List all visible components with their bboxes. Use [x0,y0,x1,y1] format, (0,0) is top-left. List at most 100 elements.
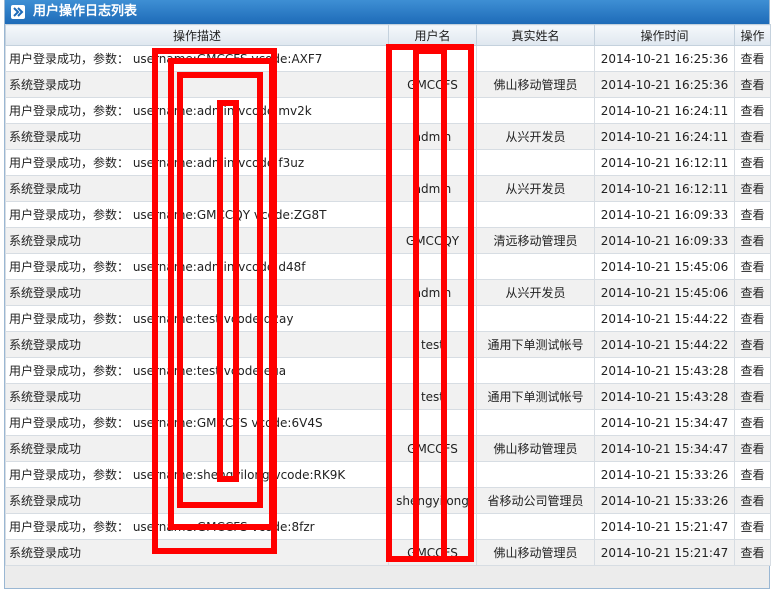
table-row: 用户登录成功，参数： username:admin vcode:mv2k 2014… [5,97,771,124]
column-header-time[interactable]: 操作时间 [594,24,735,46]
row-username: GMCCFS [388,539,477,566]
row-view-link[interactable]: 查看 [734,305,771,332]
row-realname: 省移动公司管理员 [476,487,595,514]
row-description: 用户登录成功，参数： username:admin vcode:d48f [5,253,389,280]
row-description: 用户登录成功，参数： username:test vcode:eua [5,357,389,384]
log-table: 操作描述 用户名 真实姓名 操作时间 操作 用户登录成功，参数： usernam… [5,24,771,566]
row-username [388,97,477,124]
table-row: 用户登录成功，参数： username:GMCCFS vcode:6V4S 201… [5,409,771,436]
row-username [388,201,477,228]
row-view-link[interactable]: 查看 [734,461,771,488]
row-description: 系统登录成功 [5,123,389,150]
row-username: shengyilong [388,487,477,514]
row-realname: 佛山移动管理员 [476,435,595,462]
row-view-link[interactable]: 查看 [734,279,771,306]
row-description: 系统登录成功 [5,435,389,462]
row-view-link[interactable]: 查看 [734,435,771,462]
row-username [388,253,477,280]
row-description: 系统登录成功 [5,383,389,410]
double-chevron-right-icon [11,5,25,19]
row-realname [476,201,595,228]
row-view-link[interactable]: 查看 [734,357,771,384]
row-time: 2014-10-21 16:12:11 [594,149,735,176]
row-description: 系统登录成功 [5,487,389,514]
column-header-username[interactable]: 用户名 [388,24,477,46]
row-description: 用户登录成功，参数： username:shengyilong vcode:RK… [5,461,389,488]
row-view-link[interactable]: 查看 [734,71,771,98]
row-realname: 从兴开发员 [476,123,595,150]
row-realname [476,461,595,488]
row-username [388,305,477,332]
row-time: 2014-10-21 16:09:33 [594,201,735,228]
table-row: 系统登录成功 GMCCQY 清远移动管理员 2014-10-21 16:09:33 查看 [5,227,771,254]
row-realname: 佛山移动管理员 [476,539,595,566]
table-row: 系统登录成功 admin 从兴开发员 2014-10-21 15:45:06 查看 [5,279,771,306]
row-realname: 通用下单测试帐号 [476,383,595,410]
table-row: 系统登录成功 GMCCFS 佛山移动管理员 2014-10-21 15:34:47 查看 [5,435,771,462]
row-description: 用户登录成功，参数： username:GMCCQY vcode:ZG8T [5,201,389,228]
table-row: 用户登录成功，参数： username:GMCCFS vcode:AXF7 201… [5,45,771,72]
table-row: 用户登录成功，参数： username:shengyilong vcode:RK… [5,461,771,488]
row-view-link[interactable]: 查看 [734,487,771,514]
row-username [388,461,477,488]
row-realname [476,305,595,332]
column-header-description[interactable]: 操作描述 [5,24,389,46]
row-realname [476,513,595,540]
row-view-link[interactable]: 查看 [734,97,771,124]
row-view-link[interactable]: 查看 [734,539,771,566]
row-description: 系统登录成功 [5,539,389,566]
row-time: 2014-10-21 15:45:06 [594,279,735,306]
row-realname [476,357,595,384]
log-list-panel: 用户操作日志列表 操作描述 用户名 真实姓名 操作时间 操作 用户登录成功，参数… [4,0,771,589]
row-view-link[interactable]: 查看 [734,513,771,540]
row-username: test [388,383,477,410]
row-realname: 从兴开发员 [476,175,595,202]
row-realname [476,45,595,72]
row-username: GMCCFS [388,71,477,98]
row-time: 2014-10-21 15:43:28 [594,357,735,384]
row-username: GMCCQY [388,227,477,254]
table-row: 系统登录成功 admin 从兴开发员 2014-10-21 16:24:11 查看 [5,123,771,150]
table-row: 系统登录成功 shengyilong 省移动公司管理员 2014-10-21 15:3… [5,487,771,514]
row-view-link[interactable]: 查看 [734,227,771,254]
column-header-action[interactable]: 操作 [734,24,771,46]
row-view-link[interactable]: 查看 [734,253,771,280]
row-view-link[interactable]: 查看 [734,175,771,202]
row-description: 系统登录成功 [5,279,389,306]
row-realname: 通用下单测试帐号 [476,331,595,358]
row-realname [476,253,595,280]
row-description: 系统登录成功 [5,227,389,254]
row-description: 系统登录成功 [5,71,389,98]
row-view-link[interactable]: 查看 [734,409,771,436]
table-row: 用户登录成功，参数： username:GMCCFS vcode:8fzr 201… [5,513,771,540]
table-header-row: 操作描述 用户名 真实姓名 操作时间 操作 [5,24,771,46]
row-description: 用户登录成功，参数： username:test vcode:q2ay [5,305,389,332]
row-time: 2014-10-21 15:45:06 [594,253,735,280]
row-time: 2014-10-21 16:24:11 [594,123,735,150]
row-description: 用户登录成功，参数： username:GMCCFS vcode:6V4S [5,409,389,436]
row-time: 2014-10-21 15:44:22 [594,331,735,358]
row-username [388,357,477,384]
row-username [388,149,477,176]
row-view-link[interactable]: 查看 [734,331,771,358]
panel-title: 用户操作日志列表 [33,4,138,19]
row-description: 用户登录成功，参数： username:admin vcode:f3uz [5,149,389,176]
row-realname [476,149,595,176]
row-description: 系统登录成功 [5,331,389,358]
table-row: 用户登录成功，参数： username:test vcode:q2ay 2014-… [5,305,771,332]
row-username: admin [388,123,477,150]
row-realname: 从兴开发员 [476,279,595,306]
row-view-link[interactable]: 查看 [734,45,771,72]
row-username [388,513,477,540]
row-view-link[interactable]: 查看 [734,123,771,150]
row-view-link[interactable]: 查看 [734,201,771,228]
row-view-link[interactable]: 查看 [734,383,771,410]
row-username: admin [388,279,477,306]
row-view-link[interactable]: 查看 [734,149,771,176]
row-time: 2014-10-21 16:25:36 [594,45,735,72]
column-header-realname[interactable]: 真实姓名 [476,24,595,46]
panel-titlebar: 用户操作日志列表 [5,0,769,24]
row-time: 2014-10-21 15:21:47 [594,539,735,566]
row-description: 用户登录成功，参数： username:admin vcode:mv2k [5,97,389,124]
row-realname [476,97,595,124]
